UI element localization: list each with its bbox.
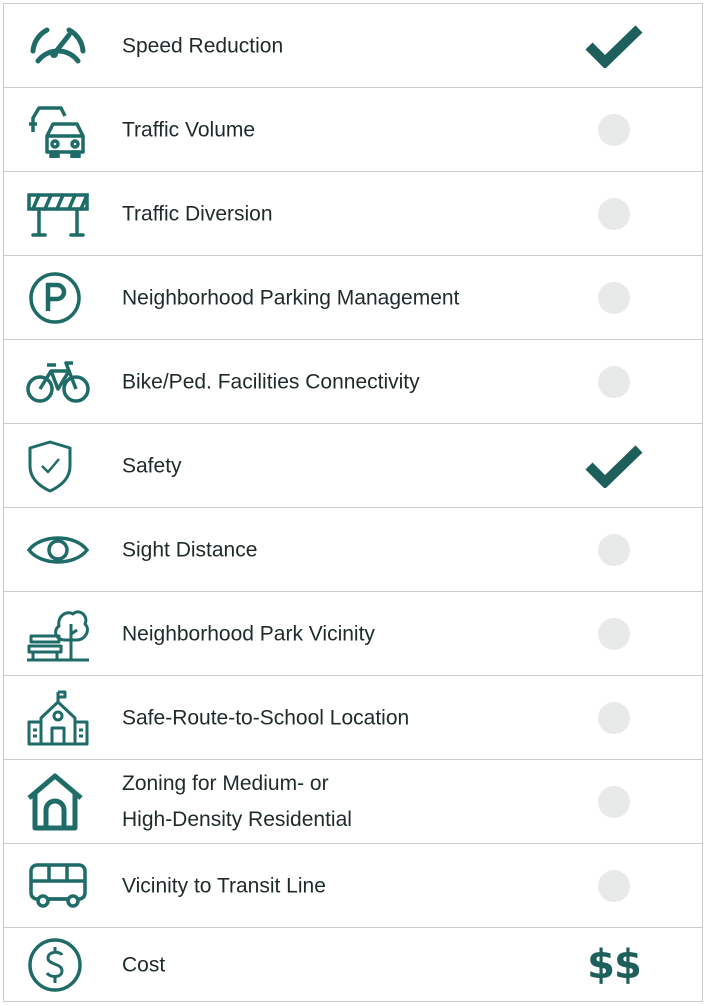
row-park-vicinity: Neighborhood Park Vicinity bbox=[4, 592, 702, 676]
parking-icon bbox=[25, 268, 97, 328]
criteria-table: Speed Reduction Traffic Volume Traffic D… bbox=[3, 3, 703, 1002]
row-label: Zoning for Medium- or High-Density Resid… bbox=[122, 766, 352, 838]
eye-icon bbox=[25, 520, 97, 580]
row-label-line2: High-Density Residential bbox=[122, 807, 352, 831]
inactive-dot bbox=[598, 533, 630, 566]
inactive-dot bbox=[598, 617, 630, 650]
row-label: Traffic Volume bbox=[122, 118, 256, 141]
row-bike-ped: Bike/Ped. Facilities Connectivity bbox=[4, 340, 702, 424]
row-sight-distance: Sight Distance bbox=[4, 508, 702, 592]
checkmark-icon bbox=[582, 16, 646, 76]
row-parking: Neighborhood Parking Management bbox=[4, 256, 702, 340]
speedometer-icon bbox=[25, 16, 97, 76]
row-label: Sight Distance bbox=[122, 538, 258, 561]
inactive-dot bbox=[598, 869, 630, 902]
row-label: Neighborhood Parking Management bbox=[122, 286, 460, 309]
checkmark-icon bbox=[582, 436, 646, 496]
row-traffic-volume: Traffic Volume bbox=[4, 88, 702, 172]
row-label-line1: Zoning for Medium- or bbox=[122, 771, 329, 795]
inactive-dot bbox=[598, 785, 630, 818]
inactive-dot bbox=[598, 701, 630, 734]
park-bench-tree-icon bbox=[25, 604, 97, 664]
row-safe-route-school: Safe-Route-to-School Location bbox=[4, 676, 702, 760]
row-label: Neighborhood Park Vicinity bbox=[122, 622, 375, 645]
school-icon bbox=[25, 688, 97, 748]
inactive-dot bbox=[598, 113, 630, 146]
row-label: Cost bbox=[122, 953, 166, 976]
house-icon bbox=[25, 772, 97, 832]
inactive-dot bbox=[598, 281, 630, 314]
row-zoning: Zoning for Medium- or High-Density Resid… bbox=[4, 760, 702, 844]
inactive-dot bbox=[598, 197, 630, 230]
row-label: Vicinity to Transit Line bbox=[122, 874, 326, 897]
bicycle-icon bbox=[25, 352, 97, 412]
row-label: Speed Reduction bbox=[122, 34, 284, 57]
road-barrier-icon bbox=[25, 184, 97, 244]
row-speed-reduction: Speed Reduction bbox=[4, 4, 702, 88]
two-cars-icon bbox=[25, 100, 97, 160]
inactive-dot bbox=[598, 365, 630, 398]
row-safety: Safety bbox=[4, 424, 702, 508]
row-cost: Cost $$ bbox=[4, 928, 702, 1001]
row-transit: Vicinity to Transit Line bbox=[4, 844, 702, 928]
cost-rating: $$ bbox=[587, 941, 642, 988]
row-traffic-diversion: Traffic Diversion bbox=[4, 172, 702, 256]
row-label: Safe-Route-to-School Location bbox=[122, 706, 410, 729]
dollar-coin-icon bbox=[25, 935, 97, 995]
row-label: Bike/Ped. Facilities Connectivity bbox=[122, 370, 420, 393]
shield-check-icon bbox=[25, 436, 97, 496]
row-label: Traffic Diversion bbox=[122, 202, 273, 225]
row-label: Safety bbox=[122, 454, 182, 477]
bus-icon bbox=[25, 856, 97, 916]
